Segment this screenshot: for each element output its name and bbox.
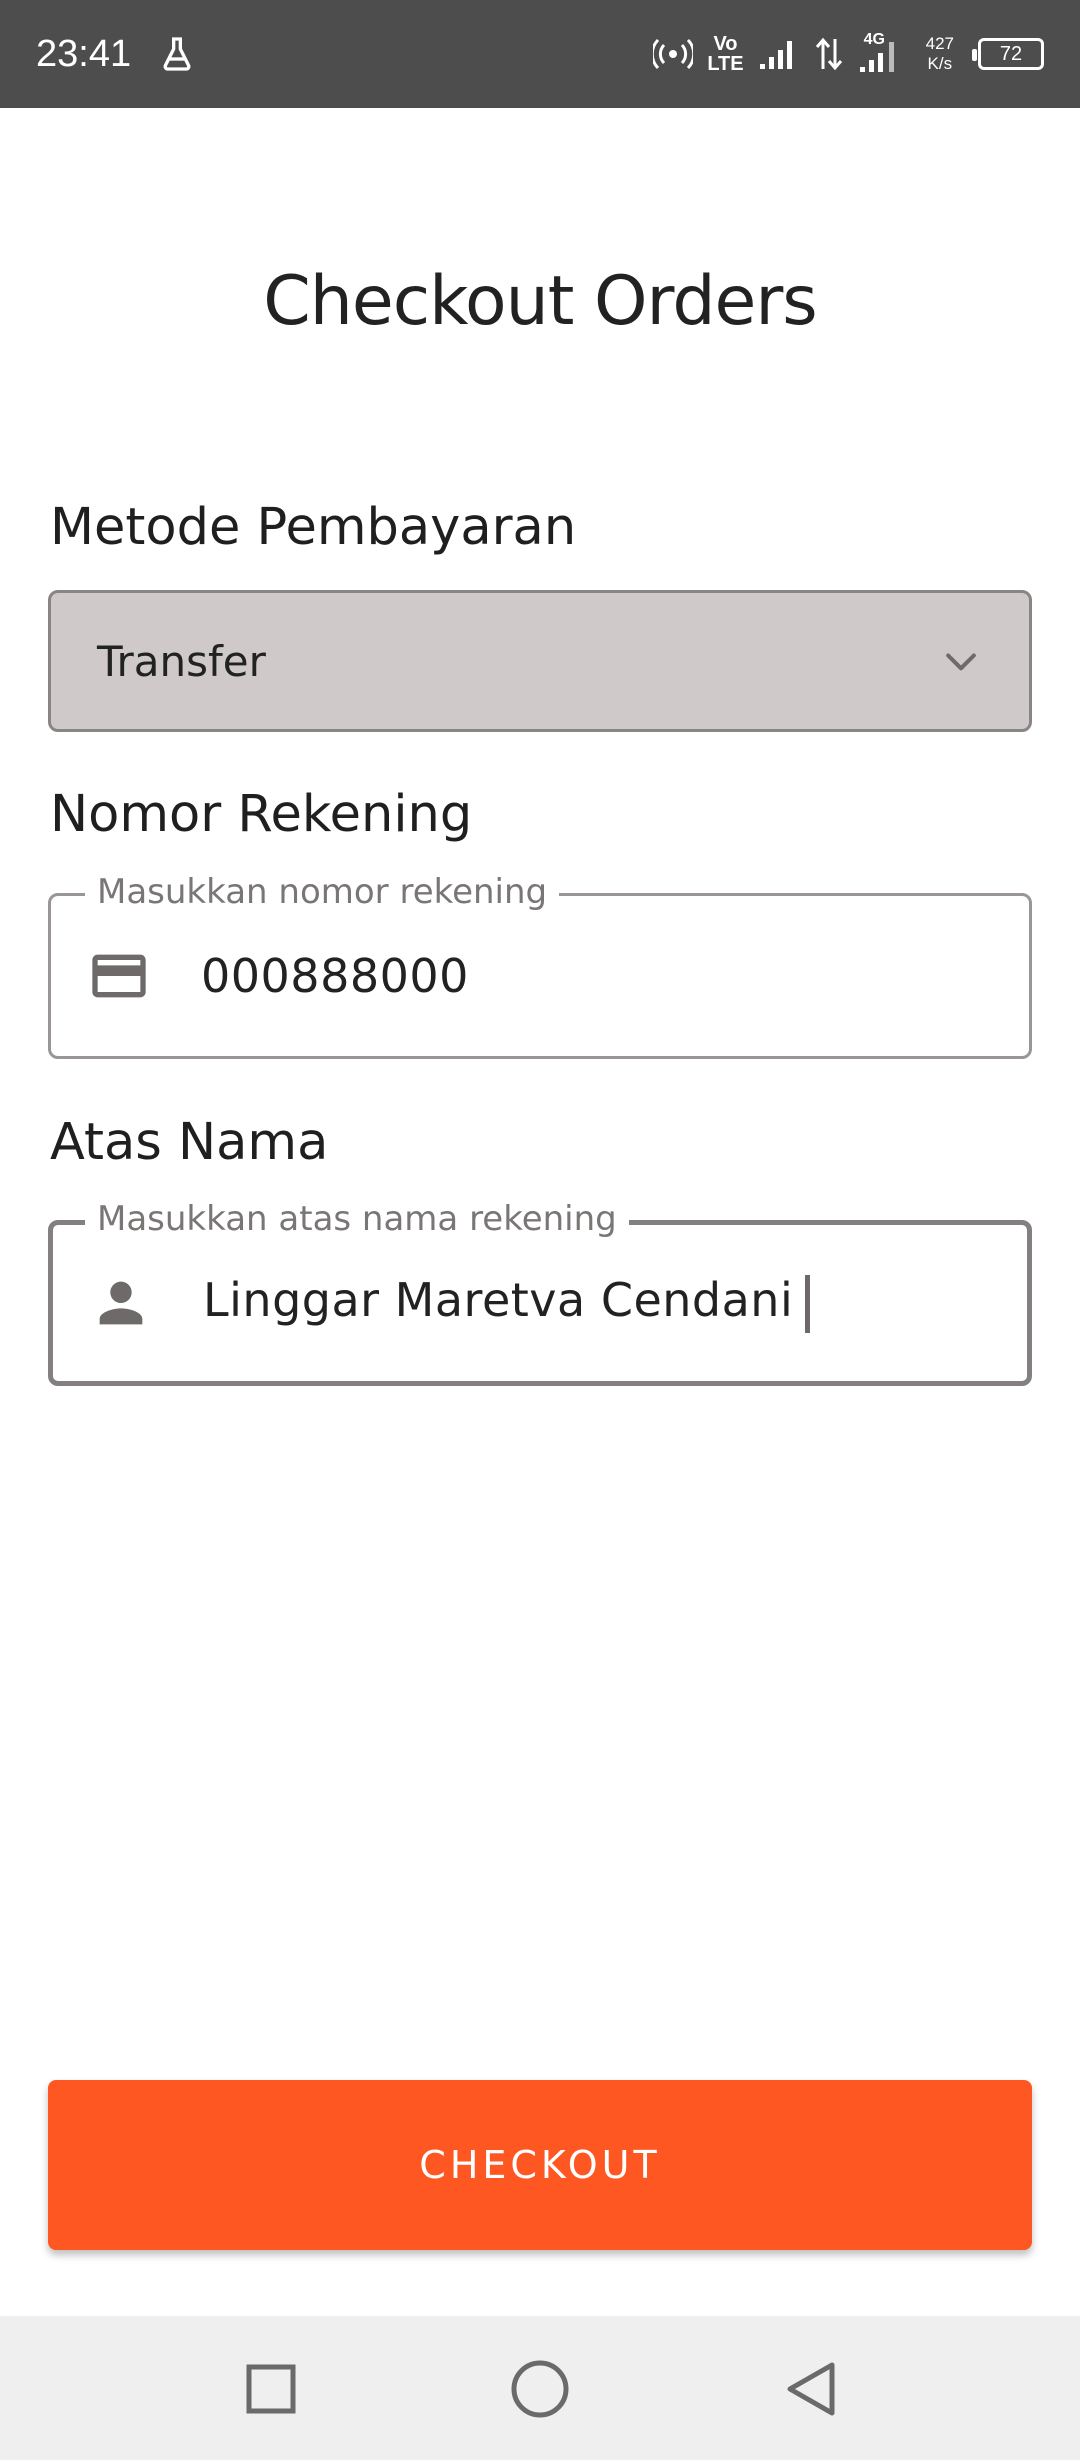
signal-4g-icon bbox=[859, 42, 894, 72]
person-icon bbox=[89, 1271, 153, 1335]
account-name-value-wrap: Linggar Maretva Cendani bbox=[203, 1273, 811, 1333]
text-caret bbox=[805, 1274, 811, 1333]
recent-apps-icon[interactable] bbox=[236, 2354, 306, 2424]
home-icon[interactable] bbox=[505, 2354, 575, 2424]
page-title: Checkout Orders bbox=[263, 262, 817, 341]
status-bar: 23:41 Vo LTE 4G 427 K/s 72 bbox=[0, 0, 1080, 108]
account-name-value: Linggar Maretva Cendani bbox=[203, 1273, 794, 1328]
status-icons: Vo LTE 4G 427 K/s 72 bbox=[653, 32, 1044, 74]
account-name-field[interactable]: Masukkan atas nama rekening Linggar Mare… bbox=[48, 1199, 1032, 1386]
account-number-value: 000888000 bbox=[201, 949, 469, 1003]
signal-4g: 4G bbox=[858, 32, 904, 74]
account-name-label: Atas Nama bbox=[50, 1113, 329, 1172]
payment-method-dropdown[interactable]: Transfer bbox=[48, 590, 1032, 732]
credit-card-icon bbox=[87, 944, 151, 1008]
checkout-button[interactable]: CHECKOUT bbox=[48, 2080, 1032, 2250]
speed-value: 427 bbox=[925, 34, 954, 53]
account-name-placeholder: Masukkan atas nama rekening bbox=[85, 1199, 629, 1239]
data-arrows-icon bbox=[815, 37, 842, 71]
status-time: 23:41 bbox=[36, 32, 132, 75]
battery-level: 72 bbox=[999, 42, 1023, 65]
battery-icon: 72 bbox=[972, 38, 1044, 70]
network-speed: 427 K/s bbox=[926, 34, 954, 74]
lab-flask-icon bbox=[163, 37, 191, 71]
checkout-screen: 23:41 Vo LTE 4G 427 K/s 72 Checkout Orde… bbox=[0, 0, 1080, 2460]
volte-top: Vo bbox=[713, 33, 738, 55]
signal-icon bbox=[759, 41, 792, 69]
payment-method-label: Metode Pembayaran bbox=[50, 498, 577, 557]
back-icon[interactable] bbox=[776, 2354, 846, 2424]
account-number-placeholder: Masukkan nomor rekening bbox=[85, 872, 560, 912]
speed-unit: K/s bbox=[927, 54, 953, 73]
volte-indicator: Vo LTE bbox=[707, 34, 743, 74]
chevron-down-icon bbox=[946, 653, 976, 671]
payment-method-value: Transfer bbox=[97, 636, 266, 686]
navigation-bar bbox=[0, 2316, 1080, 2460]
account-number-field[interactable]: Masukkan nomor rekening 000888000 bbox=[48, 872, 1032, 1059]
hotspot-icon bbox=[653, 38, 694, 70]
account-number-label: Nomor Rekening bbox=[50, 785, 473, 844]
volte-bottom: LTE bbox=[707, 53, 744, 75]
